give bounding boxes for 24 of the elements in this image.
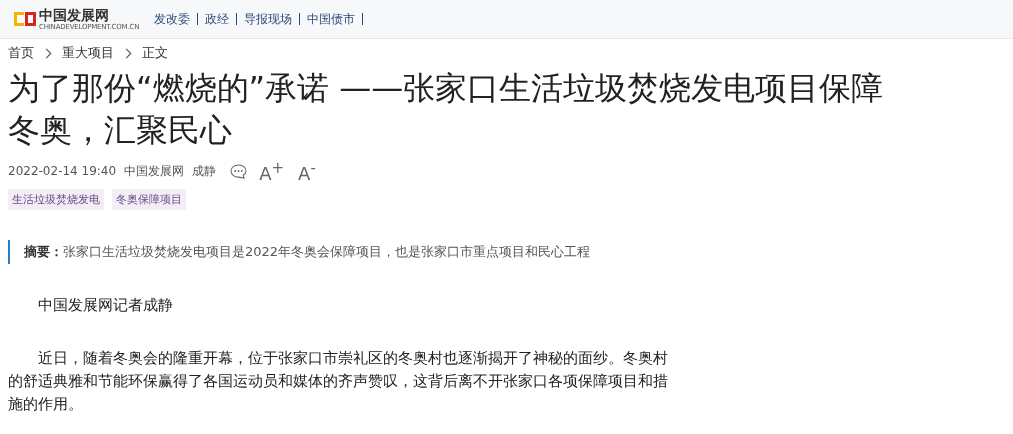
abstract-text: 张家口生活垃圾焚烧发电项目是2022年冬奥会保障项目，也是张家口市重点项目和民心工程 [63, 244, 591, 259]
nav-link[interactable]: 政经 [198, 13, 238, 25]
breadcrumb-link[interactable]: 重大项目 [62, 44, 114, 62]
publish-date: 2022-02-14 19:40 [8, 164, 117, 178]
chevron-icon [44, 47, 52, 59]
nav-link[interactable]: 发改委 [147, 13, 199, 25]
abstract-label: 摘要： [24, 244, 63, 259]
logo-wordmark[interactable]: 中国发展网 [39, 7, 140, 23]
nav-link[interactable]: 中国债市 [300, 13, 364, 25]
font-size-button[interactable]: A$^{-}$ [298, 158, 316, 184]
body-paragraph: 中国发展网记者成静 [37, 295, 174, 316]
body-paragraph: 近日，随着冬奥会的隆重开幕，位于张家口市崇礼区的冬奥村也逐渐揭开了神秘的面纱。冬奥村的舒适典雅和节能环保赢得了各国运动员和媒体的齐声赞叹，这背后离不开张家口各项保障项目和措施的作用。 [8, 348, 669, 415]
font-size-button[interactable]: A$^{+}$ [259, 158, 285, 184]
source-name: 中国发展网 [124, 162, 185, 180]
logo-icon [14, 11, 36, 27]
tag-link[interactable]: 冬奥保障项目 [112, 189, 186, 210]
comment-icon[interactable] [230, 163, 248, 179]
author-name: 成静 [192, 162, 217, 180]
article-title: 为了那份“燃烧的”承诺 ——张家口生活垃圾焚烧发电项目保障冬奥，汇聚民心 [8, 68, 885, 151]
nav-link[interactable]: 导报现场 [237, 13, 301, 25]
breadcrumb-link[interactable]: 首页 [8, 44, 34, 62]
chevron-icon [124, 47, 132, 59]
breadcrumb-current: 正文 [142, 44, 168, 62]
tag-link[interactable]: 生活垃圾焚烧发电 [8, 189, 104, 210]
